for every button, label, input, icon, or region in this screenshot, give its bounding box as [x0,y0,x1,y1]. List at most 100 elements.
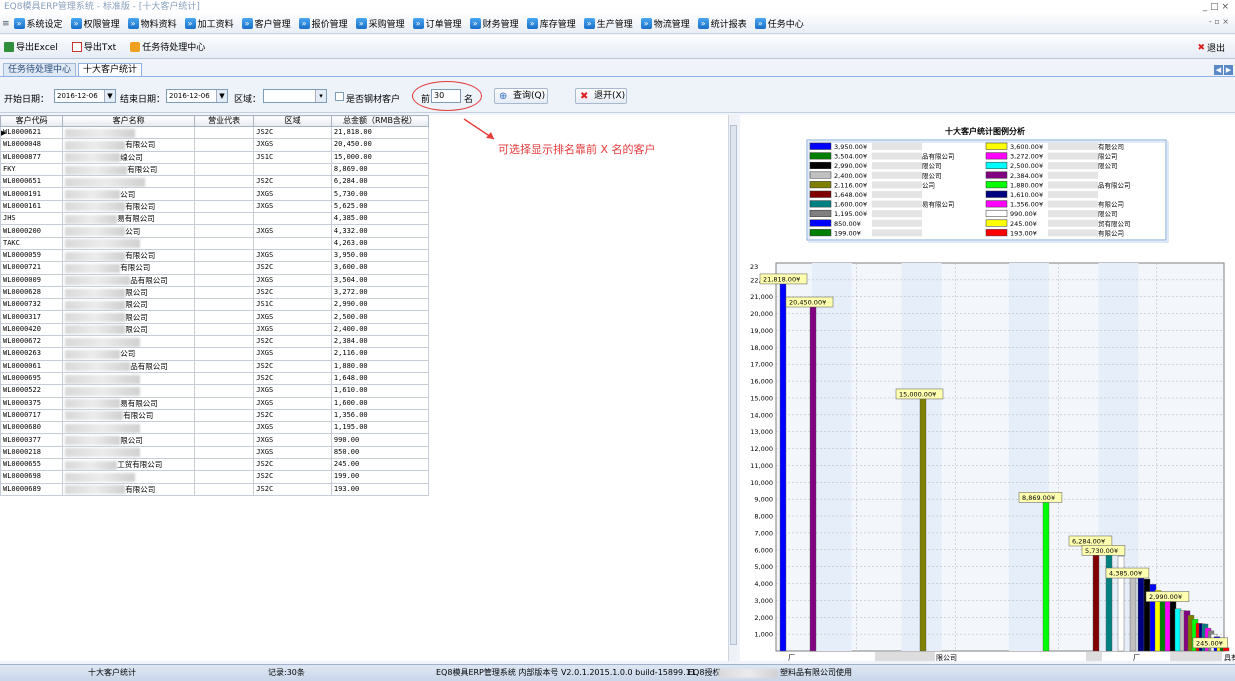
col-header-amount[interactable]: 总金额（RMB含税） [330,115,430,127]
cell-rep [194,408,255,423]
table-row[interactable]: WL0000191 公司 JXGS 5,730.00 [0,187,430,201]
tab-prev-icon[interactable]: ◀ [1214,65,1223,75]
table-row[interactable]: WL0000317 限公司 JXGS 2,500.00 [0,310,430,324]
end-date-picker[interactable]: 2016-12-06 ▼ [166,89,228,103]
menu-item[interactable]: » 权限管理 [70,17,120,30]
cell-region: JXGS [253,384,332,398]
customer-name: 有限公司 [125,484,156,494]
tab-task-center[interactable]: 任务待处理中心 [3,63,77,76]
table-row[interactable]: WL0000689 有限公司 JS2C 193.00 [0,482,430,496]
menu-item[interactable]: » 加工资料 [184,17,234,30]
query-button[interactable]: ⊕ 查询(Q) [494,88,548,104]
table-row[interactable]: WL0000732 限公司 JS1C 2,990.00 [0,298,430,312]
table-row[interactable]: WL0000672 JS2C 2,384.00 [0,335,430,349]
customer-name: 限公司 [125,300,148,310]
table-row[interactable]: WL0000200 公司 JXGS 4,332.00 [0,224,430,238]
menu-item-label: 物料资料 [140,20,177,30]
table-row[interactable]: WL0000061 品有限公司 JS2C 1,880.00 [0,359,430,373]
menu-item[interactable]: » 物流管理 [640,17,690,30]
legend-swatch [985,190,1008,198]
redacted-block [65,460,118,470]
cell-region: JXGS [253,310,332,324]
table-row[interactable]: WL0000651 JS2C 6,284.00 [0,175,430,189]
task-center-button[interactable]: 任务待处理中心 [130,40,205,53]
table-row[interactable]: WL0000522 JXGS 1,610.00 [0,384,430,398]
legend-value: 1,648.00¥ [834,191,867,199]
redacted-block [1048,162,1098,170]
menu-arrow-icon: » [412,18,424,29]
tab-top-customers[interactable]: 十大客户统计 [78,63,143,76]
table-row[interactable]: WL0000680 JXGS 1,195.00 [0,421,430,435]
table-row[interactable]: WL0000655 工贸有限公司 JS2C 245.00 [0,458,430,472]
menu-item[interactable]: » 采购管理 [355,17,405,30]
tab-next-icon[interactable]: ▶ [1224,65,1233,75]
table-row[interactable]: WL0000048 有限公司 JXGS 20,450.00 [0,138,430,152]
menu-item[interactable]: » 财务管理 [469,17,519,30]
table-row[interactable]: WL0000420 限公司 JXGS 2,400.00 [0,322,430,337]
main-menubar: ≡ » 系统设定» 权限管理» 物料资料» 加工资料» 客户管理» 报价管理» 采购管理» 订单… [0,14,1235,34]
table-row[interactable]: WL0000695 JS2C 1,648.00 [0,371,430,386]
chevron-down-icon[interactable]: ▼ [216,90,227,102]
menu-item[interactable]: » 系统设定 [13,17,63,30]
legend-name: 品有限公司 [922,152,955,161]
table-row[interactable]: WL0000218 JXGS 850.00 [0,445,430,460]
legend-value: 2,116.00¥ [834,181,867,189]
export-excel-button[interactable]: 导出Excel [4,40,58,53]
table-row[interactable]: WL0000059 有限公司 JXGS 3,950.00 [0,248,430,263]
cell-region [253,162,332,177]
cell-amount: 2,990.00 [330,298,430,312]
legend-value: 1,195.00¥ [834,210,867,218]
cell-name: 易有限公司 [62,396,196,410]
customer-name: 易有限公司 [117,214,155,224]
chevron-down-icon[interactable]: ▾ [315,90,326,102]
table-row[interactable]: WL0000628 限公司 JS2C 3,272.00 [0,285,430,300]
menu-item[interactable]: » 报价管理 [298,17,348,30]
col-header-code[interactable]: 客户代码 [0,115,64,127]
table-row[interactable]: WL0000621 JS2C 21,818.00 [0,125,430,140]
cell-rep [194,310,255,324]
menu-item[interactable]: » 统计报表 [697,17,747,30]
menu-arrow-icon: » [526,18,538,29]
table-row[interactable]: WL0000009 品有限公司 JXGS 3,504.00 [0,273,430,287]
mdi-controls[interactable]: - ▫ × [1209,17,1229,26]
close-button[interactable]: ✖ 退开(X) [575,88,627,104]
chevron-down-icon[interactable]: ▼ [104,90,115,102]
col-header-rep[interactable]: 营业代表 [194,115,255,127]
start-date-picker[interactable]: 2016-12-06 ▼ [54,89,116,103]
table-row[interactable]: JHS 易有限公司 4,385.00 [0,212,430,226]
table-row[interactable]: WL0000375 易有限公司 JXGS 1,600.00 [0,396,430,410]
grid-scrollbar[interactable] [728,115,737,661]
menu-item[interactable]: » 订单管理 [412,17,462,30]
customer-name: 有限公司 [125,251,156,261]
region-label: 区域： [234,95,262,105]
exit-button[interactable]: ✖ 退出 [1197,41,1225,55]
table-row[interactable]: WL0000877 缐公司 JS1C 15,000.00 [0,150,430,164]
cell-amount: 4,332.00 [330,224,430,238]
menu-item[interactable]: » 库存管理 [526,17,576,30]
steel-customer-checkbox[interactable] [335,92,344,101]
window-controls[interactable]: _ □ × [1203,0,1229,14]
table-row[interactable]: WL0000698 JS2C 199.00 [0,470,430,484]
cell-region: JS2C [253,359,332,373]
scrollbar-thumb[interactable] [730,125,737,645]
menu-item[interactable]: » 客户管理 [241,17,291,30]
col-header-name[interactable]: 客户名称 [62,115,196,127]
table-row[interactable]: WL0000717 有限公司 JS2C 1,356.00 [0,408,430,423]
menu-item[interactable]: » 生产管理 [583,17,633,30]
y-tick-label: 8,000 [754,513,773,521]
customer-name: 有限公司 [125,201,156,211]
table-row[interactable]: WL0000263 公司 JXGS 2,116.00 [0,347,430,361]
table-row[interactable]: WL0000721 有限公司 JS2C 3,600.00 [0,261,430,275]
table-row[interactable]: WL0000161 有限公司 JXGS 5,625.00 [0,199,430,214]
table-row[interactable]: TAKC 4,263.00 [0,236,430,250]
cell-rep [194,261,255,275]
cell-rep [194,458,255,472]
menu-item-label: 任务中心 [767,20,804,30]
export-txt-button[interactable]: 导出Txt [71,40,116,53]
table-row[interactable]: FKY 有限公司 8,869.00 [0,162,430,177]
menu-item[interactable]: » 物料资料 [127,17,177,30]
menu-item[interactable]: » 任务中心 [754,17,804,30]
table-row[interactable]: WL0000377 限公司 JXGS 990.00 [0,433,430,447]
region-select[interactable]: ▾ [263,89,327,103]
col-header-region[interactable]: 区域 [253,115,332,127]
